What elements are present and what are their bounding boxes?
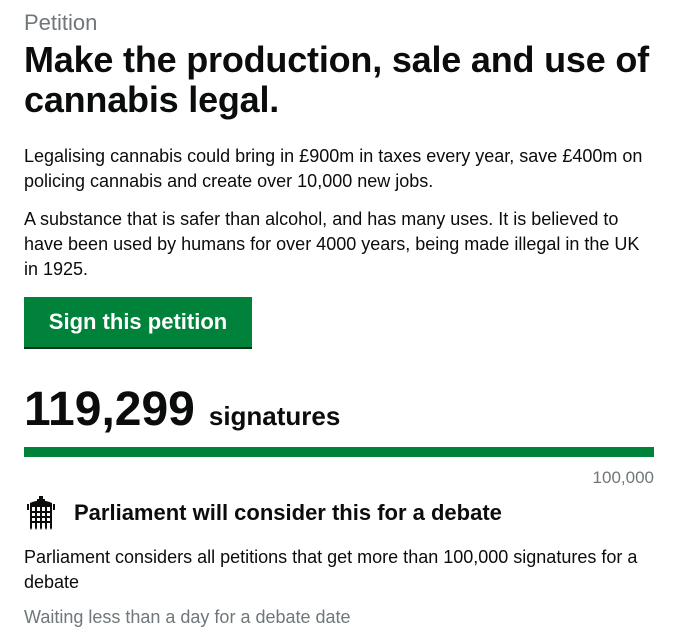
portcullis-icon: [27, 496, 55, 530]
petition-details: A substance that is safer than alcohol, …: [24, 209, 640, 279]
signature-count-label: signatures: [208, 401, 341, 431]
signature-progress-bar: [24, 447, 654, 457]
debate-status: Waiting less than a day for a debate dat…: [24, 607, 351, 627]
sign-petition-button[interactable]: Sign this petition: [24, 297, 252, 347]
petition-page: Petition Make the production, sale and u…: [0, 0, 678, 639]
petition-summary: Legalising cannabis could bring in £900m…: [24, 146, 643, 191]
debate-description: Parliament considers all petitions that …: [24, 547, 638, 592]
petition-title: Make the production, sale and use of can…: [24, 39, 649, 120]
petition-kicker: Petition: [24, 10, 98, 35]
signature-count: 119,299 signatures: [24, 384, 340, 436]
signature-threshold: 100,000: [592, 468, 654, 487]
debate-section-header: Parliament will consider this for a deba…: [24, 496, 502, 530]
debate-heading: Parliament will consider this for a deba…: [74, 500, 502, 525]
signature-count-number: 119,299: [24, 383, 195, 436]
signature-progress-fill: [24, 447, 654, 457]
